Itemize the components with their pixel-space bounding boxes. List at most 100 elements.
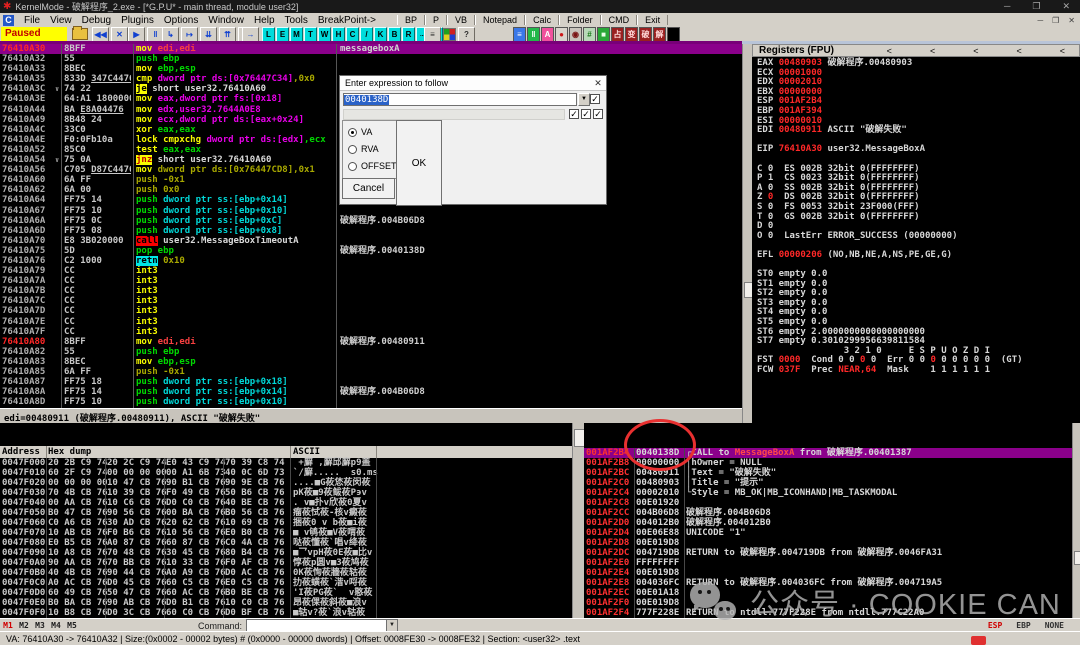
disasm-row[interactable]: 76410A76 C2 1000 retn 0x10 — [0, 255, 742, 266]
radio-rva-icon[interactable] — [348, 144, 357, 154]
menu-item-plugins[interactable]: Plugins — [116, 15, 159, 26]
register-line[interactable]: EDI 00480911 ASCII "破解失败" — [757, 125, 1080, 136]
register-line[interactable]: EIP 76410A30 user32.MessageBoxA — [757, 145, 1080, 155]
goto-button[interactable]: → — [242, 27, 259, 42]
disasm-row[interactable]: 76410A8D FF75 10 push dword ptr ss:[ebp+0x… — [0, 397, 742, 407]
disasm-row[interactable]: 76410A85 6A FF push -0x1 — [0, 367, 742, 377]
stack-row[interactable]: 001AF2E0 FFFFFFFF — [584, 558, 1072, 568]
disasm-row[interactable]: 76410A70 E8 3B020000 call user32.MessageBo… — [0, 235, 742, 246]
hexdump-row[interactable]: 0047F020 00 00 00 00 10 47 CB 76 90 B1 CB 7… — [0, 478, 572, 488]
plugin-button-0[interactable]: ≡ — [513, 27, 526, 42]
stack-row[interactable]: 001AF2D8 00E019D8 — [584, 538, 1072, 548]
system-menu-icon[interactable]: C — [3, 14, 14, 26]
dialog-close-icon[interactable]: ✕ — [590, 78, 606, 89]
stack-row[interactable]: 001AF2C8 00E01920 — [584, 498, 1072, 508]
pane-button-B[interactable]: B — [388, 27, 401, 42]
step-button[interactable]: ⇈ — [219, 27, 236, 42]
disasm-row[interactable]: 76410A83 8BEC mov ebp,esp — [0, 357, 742, 367]
quick-button-notepad[interactable]: Notepad — [475, 15, 526, 25]
stack-row[interactable]: 001AF2E4 00E019D8 — [584, 568, 1072, 578]
step-button[interactable]: ↦ — [181, 27, 198, 42]
hexdump-row[interactable]: 0047F040 00 AA CB 76 10 C6 CB 76 D0 C0 CB 7… — [0, 498, 572, 508]
list-view-icon[interactable]: ≡ — [424, 27, 441, 42]
option-checkbox-2[interactable]: ✓ — [569, 109, 579, 119]
plugin-button-3[interactable]: ● — [555, 27, 568, 42]
pane-button-K[interactable]: K — [374, 27, 387, 42]
collapse-chevron-icon[interactable]: < — [887, 46, 892, 56]
hexdump-row[interactable]: 0047F000 20 2B C9 74 20 2C C9 74 E0 43 C9 7… — [0, 458, 572, 468]
stack-row[interactable]: 001AF2CC 004B06D8 破解程序.004B06D8 — [584, 508, 1072, 518]
open-file-icon[interactable] — [72, 26, 88, 40]
option-checkbox-4[interactable]: ✓ — [593, 109, 603, 119]
disasm-row[interactable]: 76410A7B CC int3 — [0, 286, 742, 296]
stack-row[interactable]: 001AF2D4 00E06E88 UNICODE "1" — [584, 528, 1072, 538]
register-line[interactable]: FCW 037F Prec NEAR,64 Mask 1 1 1 1 1 1 — [757, 365, 1080, 376]
disasm-row[interactable]: 76410A7C CC int3 — [0, 296, 742, 306]
disasm-row[interactable]: 76410A30 8BFF mov edi,edi messageboxA — [0, 44, 742, 55]
collapse-chevron-icon[interactable]: < — [930, 46, 935, 56]
memory-tab-m5[interactable]: M5 — [64, 621, 80, 630]
hexdump-col-ascii[interactable]: ASCII — [293, 447, 320, 457]
disasm-row[interactable]: 76410A32 55 push ebp — [0, 54, 742, 64]
plugin-button-5[interactable]: # — [583, 27, 596, 42]
pane-button-R[interactable]: R — [402, 27, 415, 42]
memory-tab-m1[interactable]: M1 — [0, 621, 16, 630]
plugin-button-9[interactable]: 破 — [639, 27, 652, 42]
memory-tab-m2[interactable]: M2 — [16, 621, 32, 630]
appearance-icon[interactable] — [443, 28, 456, 41]
disasm-row[interactable]: 76410A8A FF75 14 push dword ptr ss:[ebp+0x… — [0, 387, 742, 397]
step-button[interactable]: ⇊ — [200, 27, 217, 42]
register-line[interactable]: EFL 00000206 (NO,NB,NE,A,NS,PE,GE,G) — [757, 250, 1080, 261]
quick-button-folder[interactable]: Folder — [559, 15, 601, 25]
pane-button-L[interactable]: L — [262, 27, 275, 42]
mdi-restore-icon[interactable]: ❐ — [1052, 16, 1059, 25]
expression-input[interactable]: 0040138D — [343, 93, 577, 106]
mdi-minimize-icon[interactable]: ─ — [1037, 16, 1043, 25]
hexdump-row[interactable]: 0047F050 B0 47 CB 76 90 56 CB 76 00 BA CB 7… — [0, 508, 572, 518]
hexdump-row[interactable]: 0047F090 10 A8 CB 76 70 48 CB 76 30 45 CB 7… — [0, 548, 572, 558]
disasm-row[interactable]: 76410A75 5D pop ebp 破解程序.0040138D — [0, 246, 742, 256]
nav-button[interactable]: ◀◀ — [92, 27, 109, 42]
disasm-row[interactable]: 76410A80 8BFF mov edi,edi 破解程序.00480911 — [0, 337, 742, 347]
option-checkbox-1[interactable]: ✓ — [590, 94, 600, 104]
radio-offset-icon[interactable] — [348, 161, 357, 171]
memory-tab-m3[interactable]: M3 — [32, 621, 48, 630]
plugin-button-11[interactable] — [667, 27, 680, 42]
plugin-button-8[interactable]: 变 — [625, 27, 638, 42]
expression-dropdown-icon[interactable]: ▼ — [578, 93, 590, 106]
maximize-icon[interactable]: ❐ — [1032, 1, 1040, 12]
disasm-row[interactable]: 76410A87 FF75 18 push dword ptr ss:[ebp+0x… — [0, 377, 742, 387]
hexdump-col-address[interactable]: Address — [2, 447, 40, 457]
radio-va-icon[interactable] — [348, 127, 357, 137]
plugin-button-4[interactable]: ◉ — [569, 27, 582, 42]
help-icon[interactable]: ? — [458, 27, 475, 42]
stack-scrollbar[interactable] — [1072, 423, 1080, 618]
quick-button-bp[interactable]: BP — [396, 15, 425, 25]
hexdump-row[interactable]: 0047F0E0 B0 BA CB 76 90 AB CB 76 D0 B1 CB 7… — [0, 598, 572, 608]
register-line[interactable]: T 0 GS 002B 32bit 0(FFFFFFFF) — [757, 212, 1080, 223]
hexdump-row[interactable]: 0047F070 10 AB CB 76 F0 B6 CB 76 10 56 CB 7… — [0, 528, 572, 538]
plugin-button-7[interactable]: 占 — [611, 27, 624, 42]
pane-button-M[interactable]: M — [290, 27, 303, 42]
menu-item-debug[interactable]: Debug — [77, 15, 116, 26]
disasm-row[interactable]: 76410A7F CC int3 — [0, 327, 742, 337]
menu-item-tools[interactable]: Tools — [280, 15, 313, 26]
quick-button-calc[interactable]: Calc — [525, 15, 560, 25]
menu-item-help[interactable]: Help — [249, 15, 280, 26]
disasm-row[interactable]: 76410A82 55 push ebp — [0, 347, 742, 357]
menu-item-window[interactable]: Window — [203, 15, 249, 26]
secondary-input[interactable] — [343, 109, 565, 120]
pane-button-x[interactable]: / — [360, 27, 373, 42]
disasm-row[interactable]: 76410A7D CC int3 — [0, 306, 742, 316]
collapse-chevron-icon[interactable]: < — [1060, 46, 1065, 56]
register-line[interactable]: O 0 LastErr ERROR_SUCCESS (00000000) — [757, 231, 1080, 242]
cancel-button[interactable]: Cancel — [342, 178, 395, 199]
hexdump-row[interactable]: 0047F030 70 4B CB 76 10 39 CB 76 F0 49 CB 7… — [0, 488, 572, 498]
run-button[interactable]: ▶ — [128, 27, 145, 42]
pane-button-E[interactable]: E — [276, 27, 289, 42]
menu-item-file[interactable]: File — [19, 15, 45, 26]
command-dropdown-icon[interactable]: ▼ — [386, 620, 398, 631]
pane-button-H[interactable]: H — [332, 27, 345, 42]
plugin-button-10[interactable]: 解 — [653, 27, 666, 42]
quick-button-exit[interactable]: Exit — [637, 15, 669, 25]
